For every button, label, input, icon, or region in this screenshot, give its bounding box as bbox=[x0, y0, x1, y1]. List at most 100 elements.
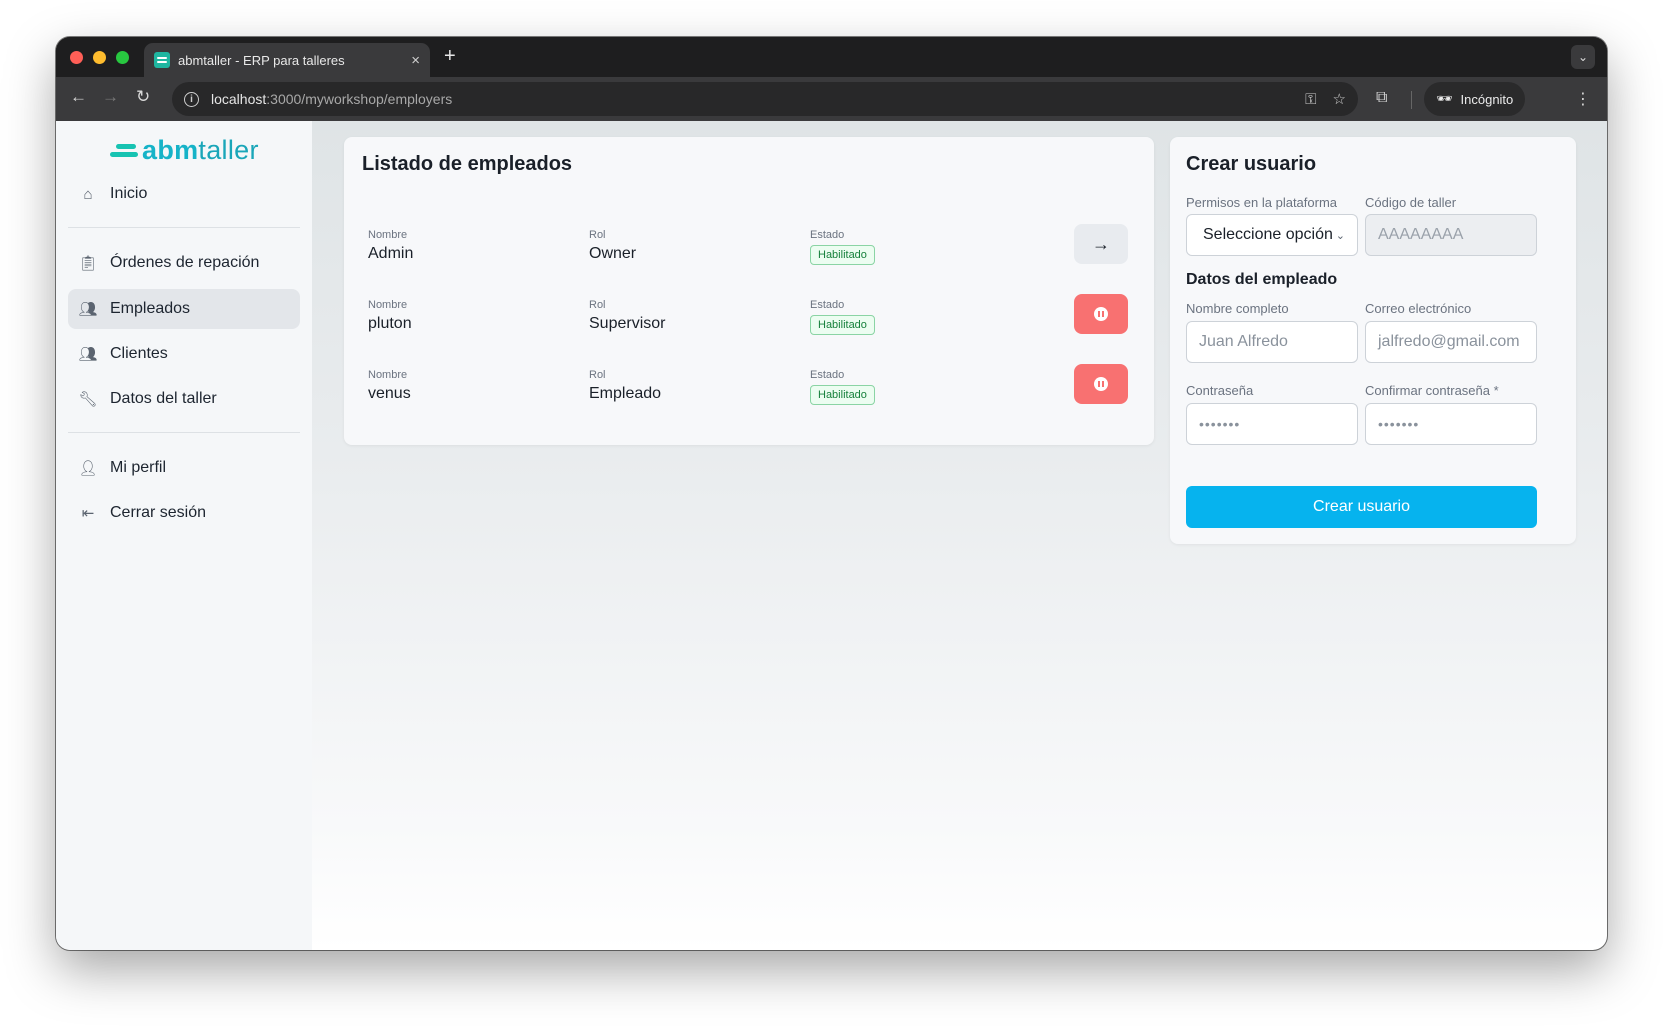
table-row: Nombre pluton Rol Supervisor Estado Habi… bbox=[344, 294, 1154, 355]
site-info-icon[interactable]: i bbox=[184, 91, 199, 107]
back-arrow-icon[interactable]: ← bbox=[70, 87, 87, 107]
users-icon: 👥︎ bbox=[78, 346, 98, 363]
email-input[interactable]: jalfredo@gmail.com bbox=[1365, 321, 1537, 363]
clipboard-icon: 📋︎ bbox=[78, 255, 98, 272]
logo-abm: abm bbox=[142, 135, 199, 165]
permissions-label: Permisos en la plataforma bbox=[1186, 195, 1338, 210]
tab-title: abmtaller - ERP para talleres bbox=[178, 52, 345, 68]
sidebar-item-label: Inicio bbox=[110, 185, 148, 202]
sidebar-item-empleados[interactable]: 👥︎ Empleados bbox=[68, 289, 300, 329]
sidebar-item-ordenes[interactable]: 📋︎ Órdenes de repación bbox=[68, 243, 300, 283]
page-content: abm taller ⌂ Inicio 📋︎ Órdenes de repació… bbox=[56, 121, 1607, 950]
status-label: Estado bbox=[810, 299, 845, 311]
tab-close-icon[interactable]: × bbox=[411, 52, 420, 69]
create-user-button[interactable]: Crear usuario bbox=[1186, 486, 1537, 528]
logo[interactable]: abm taller bbox=[110, 135, 259, 166]
name-label: Nombre bbox=[368, 299, 408, 311]
incognito-icon: 🕶 bbox=[1436, 91, 1453, 106]
address-bar[interactable]: i localhost:3000/myworkshop/employers ⚿ … bbox=[172, 82, 1358, 116]
url-text[interactable]: localhost:3000/myworkshop/employers bbox=[211, 91, 1289, 107]
sidebar-item-mi-perfil[interactable]: 👤︎ Mi perfil bbox=[68, 448, 300, 488]
key-icon[interactable]: ⚿ bbox=[1305, 91, 1316, 108]
employee-role: Supervisor bbox=[589, 315, 666, 332]
table-row: Nombre Admin Rol Owner Estado Habilitado… bbox=[344, 224, 1154, 285]
sidebar-item-clientes[interactable]: 👥︎ Clientes bbox=[68, 334, 300, 374]
disable-employee-button[interactable] bbox=[1074, 294, 1128, 334]
sidebar-item-label: Datos del taller bbox=[110, 390, 217, 407]
confirm-password-input[interactable]: ••••••• bbox=[1365, 403, 1537, 445]
employee-data-heading: Datos del empleado bbox=[1186, 271, 1338, 288]
tab-search-button[interactable]: ⌄ bbox=[1571, 45, 1595, 69]
sidebar-item-cerrar-sesion[interactable]: ⇤ Cerrar sesión bbox=[68, 493, 300, 533]
wrench-icon: 🔧︎ bbox=[78, 391, 98, 408]
users-icon: 👥︎ bbox=[78, 301, 98, 318]
workshop-code-input[interactable]: AAAAAAAA bbox=[1365, 214, 1537, 256]
fullname-label: Nombre completo bbox=[1186, 301, 1289, 316]
status-badge: Habilitado bbox=[810, 315, 875, 335]
name-label: Nombre bbox=[368, 369, 408, 381]
fullname-input[interactable]: Juan Alfredo bbox=[1186, 321, 1358, 363]
menu-icon[interactable]: ⋮ bbox=[1575, 89, 1591, 109]
sidebar: abm taller ⌂ Inicio 📋︎ Órdenes de repació… bbox=[56, 121, 312, 950]
table-row: Nombre venus Rol Empleado Estado Habilit… bbox=[344, 364, 1154, 425]
incognito-label: Incógnito bbox=[1460, 91, 1514, 107]
sidebar-item-label: Clientes bbox=[110, 345, 168, 362]
sidebar-item-datos-taller[interactable]: 🔧︎ Datos del taller bbox=[68, 379, 300, 419]
status-badge: Habilitado bbox=[810, 245, 875, 265]
email-placeholder: jalfredo@gmail.com bbox=[1378, 333, 1520, 350]
favicon-icon bbox=[154, 52, 170, 68]
employee-name: venus bbox=[368, 385, 411, 402]
close-window-button[interactable] bbox=[70, 51, 83, 64]
new-tab-button[interactable]: + bbox=[444, 45, 456, 68]
status-label: Estado bbox=[810, 229, 845, 241]
user-icon: 👤︎ bbox=[78, 460, 98, 477]
sidebar-item-inicio[interactable]: ⌂ Inicio bbox=[68, 174, 300, 214]
logout-icon: ⇤ bbox=[81, 505, 95, 522]
maximize-window-button[interactable] bbox=[116, 51, 129, 64]
employees-title: Listado de empleados bbox=[362, 153, 573, 175]
status-badge: Habilitado bbox=[810, 385, 875, 405]
employees-card: Listado de empleados Nombre Admin Rol Ow… bbox=[344, 137, 1154, 445]
create-user-card: Crear usuario Permisos en la plataforma … bbox=[1170, 137, 1576, 544]
sidebar-item-label: Empleados bbox=[110, 300, 191, 317]
url-host: localhost bbox=[211, 91, 267, 107]
pause-icon bbox=[1094, 377, 1108, 391]
employee-name: pluton bbox=[368, 315, 412, 332]
home-icon: ⌂ bbox=[83, 185, 93, 203]
reload-icon[interactable]: ↻ bbox=[136, 87, 150, 107]
employee-role: Owner bbox=[589, 245, 637, 262]
create-user-title: Crear usuario bbox=[1186, 153, 1317, 175]
tab-bar: abmtaller - ERP para talleres × + ⌄ bbox=[56, 37, 1607, 77]
sidebar-item-label: Cerrar sesión bbox=[110, 504, 207, 521]
sidebar-divider bbox=[68, 227, 300, 228]
view-employee-button[interactable]: → bbox=[1074, 224, 1128, 264]
employee-name: Admin bbox=[368, 245, 414, 262]
confirm-password-placeholder: ••••••• bbox=[1378, 416, 1420, 432]
email-label: Correo electrónico bbox=[1365, 301, 1472, 316]
forward-arrow-icon[interactable]: → bbox=[102, 87, 119, 107]
role-label: Rol bbox=[589, 299, 606, 311]
workshop-code-placeholder: AAAAAAAA bbox=[1378, 226, 1464, 243]
employee-role: Empleado bbox=[589, 385, 662, 402]
browser-window: abmtaller - ERP para talleres × + ⌄ ← → … bbox=[56, 37, 1607, 950]
browser-tab[interactable]: abmtaller - ERP para talleres × bbox=[144, 43, 430, 77]
permissions-select[interactable]: Seleccione opción ⌄ bbox=[1186, 214, 1358, 256]
arrow-right-icon: → bbox=[1092, 233, 1110, 254]
chevron-down-icon: ⌄ bbox=[1577, 50, 1589, 64]
password-input[interactable]: ••••••• bbox=[1186, 403, 1358, 445]
fullname-placeholder: Juan Alfredo bbox=[1199, 333, 1288, 350]
pause-icon bbox=[1094, 307, 1108, 321]
status-label: Estado bbox=[810, 369, 845, 381]
incognito-indicator[interactable]: 🕶 Incógnito bbox=[1424, 82, 1526, 116]
disable-employee-button[interactable] bbox=[1074, 364, 1128, 404]
star-icon[interactable]: ☆ bbox=[1333, 90, 1346, 108]
toolbar-divider bbox=[1411, 91, 1412, 109]
extensions-icon[interactable]: ⧉ bbox=[1376, 89, 1387, 107]
name-label: Nombre bbox=[368, 229, 408, 241]
minimize-window-button[interactable] bbox=[93, 51, 106, 64]
workshop-code-label: Código de taller bbox=[1365, 195, 1457, 210]
role-label: Rol bbox=[589, 229, 606, 241]
confirm-password-label: Confirmar contraseña * bbox=[1365, 383, 1499, 398]
url-path: :3000/myworkshop/employers bbox=[266, 91, 453, 107]
password-label: Contraseña bbox=[1186, 383, 1254, 398]
